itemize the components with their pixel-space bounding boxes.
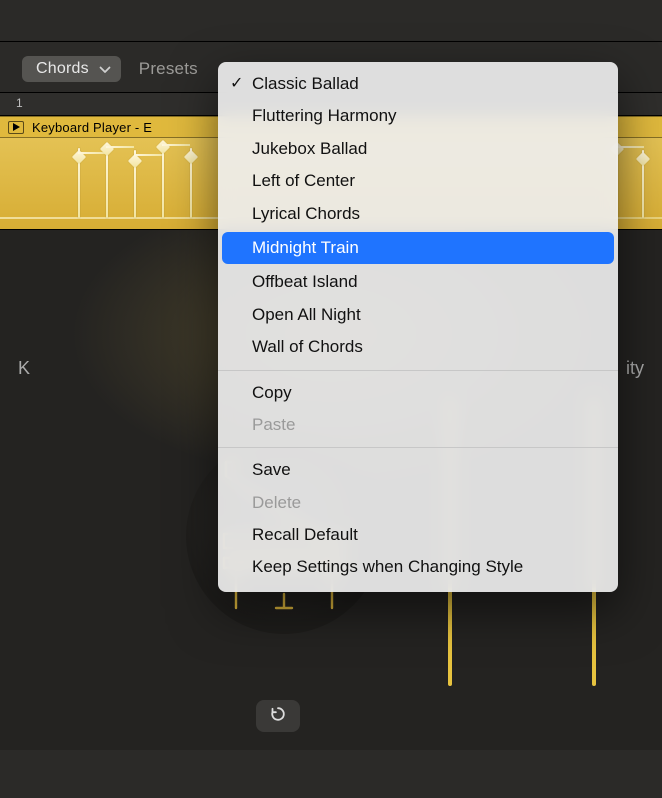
menu-item-label: Wall of Chords: [252, 337, 363, 356]
menu-item[interactable]: Open All Night: [218, 299, 618, 331]
menu-item-label: Classic Ballad: [252, 74, 359, 93]
menu-item-label: Midnight Train: [252, 238, 359, 257]
chords-dropdown-button[interactable]: Chords: [22, 56, 121, 82]
reset-button[interactable]: [256, 700, 300, 732]
menu-item[interactable]: Midnight Train: [222, 232, 614, 264]
menu-item-label: Delete: [252, 493, 301, 512]
menu-item[interactable]: Classic Ballad: [218, 68, 618, 100]
menu-actions-group-2: Save Delete Recall Default Keep Settings wh…: [218, 454, 618, 584]
menu-item[interactable]: Jukebox Ballad: [218, 133, 618, 165]
menu-item-label: Fluttering Harmony: [252, 106, 397, 125]
menu-item-label: Save: [252, 460, 291, 479]
menu-actions-group-1: Copy Paste: [218, 377, 618, 442]
menu-item[interactable]: Fluttering Harmony: [218, 100, 618, 132]
menu-separator: [218, 447, 618, 448]
menu-item: Paste: [218, 409, 618, 441]
window-chrome: [0, 0, 662, 42]
menu-item-label: Paste: [252, 415, 295, 434]
menu-item[interactable]: Offbeat Island: [218, 266, 618, 298]
menu-item[interactable]: Left of Center: [218, 165, 618, 197]
preset-list: Classic Ballad Fluttering Harmony Jukebox …: [218, 68, 618, 364]
menu-separator: [218, 370, 618, 371]
chevron-down-icon: [99, 63, 111, 75]
menu-item-label: Copy: [252, 383, 292, 402]
refresh-icon: [269, 705, 287, 728]
menu-item-label: Open All Night: [252, 305, 361, 324]
menu-item: Delete: [218, 487, 618, 519]
chords-button-label: Chords: [36, 60, 89, 78]
menu-item-label: Lyrical Chords: [252, 204, 360, 223]
menu-item-label: Keep Settings when Changing Style: [252, 557, 523, 576]
menu-item-label: Jukebox Ballad: [252, 139, 367, 158]
menu-item[interactable]: Lyrical Chords: [218, 198, 618, 230]
menu-item-label: Left of Center: [252, 171, 355, 190]
menu-item[interactable]: Copy: [218, 377, 618, 409]
menu-item-label: Offbeat Island: [252, 272, 358, 291]
track-region-title: Keyboard Player - E: [32, 120, 152, 135]
preset-popup-menu: Classic Ballad Fluttering Harmony Jukebox …: [218, 62, 618, 592]
menu-item[interactable]: Save: [218, 454, 618, 486]
menu-item[interactable]: Recall Default: [218, 519, 618, 551]
presets-label: Presets: [139, 59, 198, 79]
ruler-marker-1: 1: [16, 96, 23, 110]
panel-right-label-fragment: ity: [626, 358, 644, 379]
menu-item[interactable]: Wall of Chords: [218, 331, 618, 363]
menu-item[interactable]: Keep Settings when Changing Style: [218, 551, 618, 583]
menu-item-label: Recall Default: [252, 525, 358, 544]
play-icon: [8, 121, 24, 134]
panel-left-label-fragment: K: [18, 358, 30, 379]
